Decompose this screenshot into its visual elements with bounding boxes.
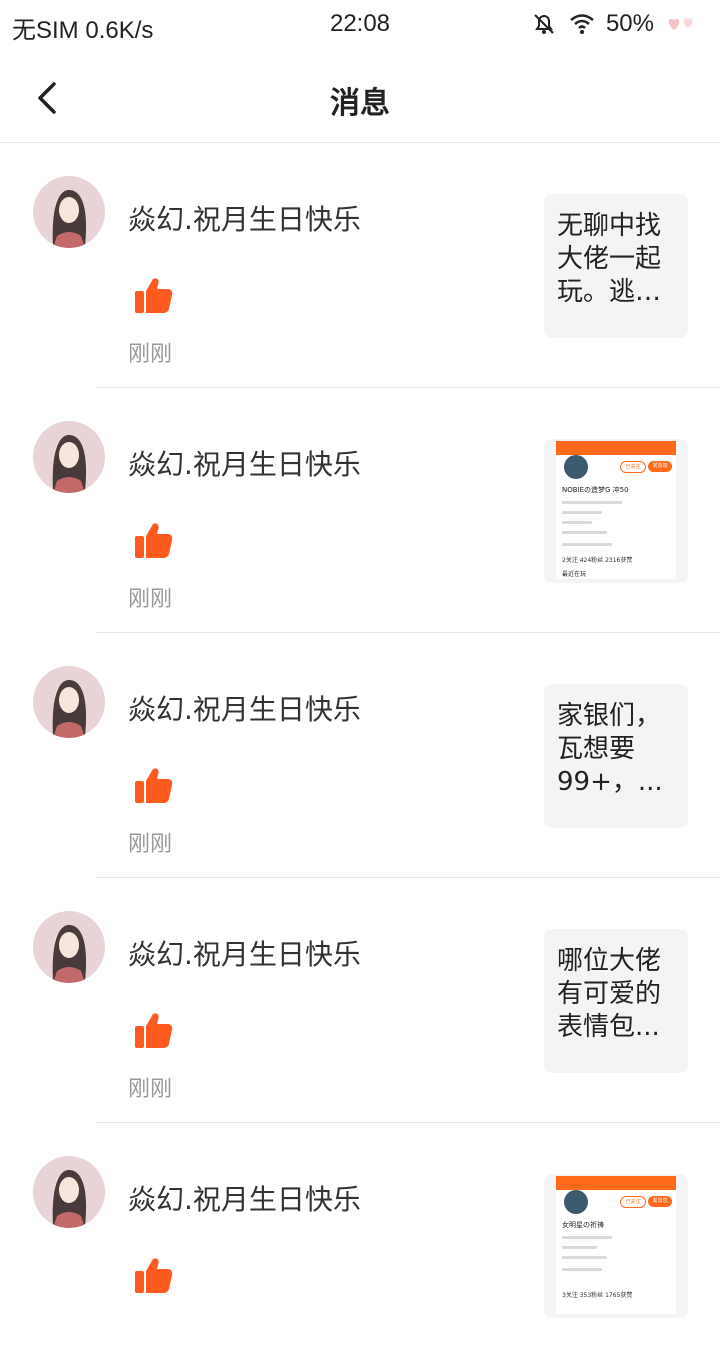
timestamp: 刚刚: [128, 587, 173, 612]
thumbs-up-icon: [135, 523, 173, 558]
post-preview-image[interactable]: 已关注 发消息 女明星の祈祷 3关注 353粉丝 1765获赞: [544, 1174, 688, 1318]
profile-name: 女明星の祈祷: [562, 1221, 604, 1229]
timestamp: 刚刚: [128, 832, 173, 857]
follow-label: 已关注: [620, 461, 646, 473]
avatar[interactable]: [33, 176, 105, 248]
message-item[interactable]: 焱幻.祝月生日快乐 已关注 发消息 女明星の祈祷 3关注 353粉丝 1765获…: [0, 1123, 720, 1368]
thumbs-up-icon: [135, 278, 173, 313]
message-item[interactable]: 焱幻.祝月生日快乐 刚刚 家银们，瓦想要99+，...: [0, 633, 720, 878]
profile-screenshot: 已关注 发消息 NOBIEの造梦G 冲50 2关注 424粉丝 2316获赞 最…: [556, 441, 676, 579]
status-icons: 50%: [530, 10, 700, 38]
timestamp: 刚刚: [128, 342, 173, 367]
profile-screenshot: 已关注 发消息 女明星の祈祷 3关注 353粉丝 1765获赞: [556, 1176, 676, 1314]
preview-text: 无聊中找大佬一起玩。逃跑...: [557, 211, 662, 307]
post-preview-image[interactable]: 已关注 发消息 NOBIEの造梦G 冲50 2关注 424粉丝 2316获赞 最…: [544, 439, 688, 583]
profile-stats: 3关注 353粉丝 1765获赞: [562, 1292, 633, 1299]
post-preview[interactable]: 家银们，瓦想要99+，...: [544, 684, 688, 828]
profile-stats: 2关注 424粉丝 2316获赞: [562, 557, 633, 564]
message-label: 发消息: [648, 1196, 672, 1207]
message-list: 焱幻.祝月生日快乐 刚刚 无聊中找大佬一起玩。逃跑... 焱幻.祝月生日快乐 刚…: [0, 143, 720, 1368]
profile-tab: 最近在玩: [562, 571, 587, 578]
message-item[interactable]: 焱幻.祝月生日快乐 刚刚 已关注 发消息 NOBIEの造梦G 冲50 2关注 4…: [0, 388, 720, 633]
message-item[interactable]: 焱幻.祝月生日快乐 刚刚 哪位大佬有可爱的表情包...: [0, 878, 720, 1123]
avatar[interactable]: [33, 1156, 105, 1228]
page-title: 消息: [330, 86, 390, 121]
avatar[interactable]: [33, 421, 105, 493]
thumbs-up-icon: [135, 1013, 173, 1048]
thumbs-up-icon: [135, 1258, 173, 1293]
follow-label: 已关注: [620, 1196, 646, 1208]
post-preview[interactable]: 哪位大佬有可爱的表情包...: [544, 929, 688, 1073]
preview-text: 家银们，瓦想要99+，...: [557, 701, 663, 797]
profile-name: NOBIEの造梦G 冲50: [562, 486, 629, 494]
avatar[interactable]: [33, 911, 105, 983]
sender-name[interactable]: 焱幻.祝月生日快乐: [128, 933, 361, 973]
sender-name[interactable]: 焱幻.祝月生日快乐: [128, 688, 361, 728]
header-bar: 消息: [0, 52, 720, 143]
preview-text: 哪位大佬有可爱的表情包...: [557, 946, 662, 1042]
mute-bell-icon: [534, 14, 554, 34]
avatar: [564, 455, 588, 479]
status-bar: 无SIM 0.6K/s 22:08 50%: [0, 0, 720, 52]
battery-percent: 50%: [605, 10, 654, 37]
heart-decoration-icon: [668, 18, 693, 30]
thumbs-up-icon: [135, 768, 173, 803]
sender-name[interactable]: 焱幻.祝月生日快乐: [128, 198, 361, 238]
sender-name[interactable]: 焱幻.祝月生日快乐: [128, 1178, 361, 1218]
post-preview[interactable]: 无聊中找大佬一起玩。逃跑...: [544, 194, 688, 338]
sender-name[interactable]: 焱幻.祝月生日快乐: [128, 443, 361, 483]
avatar: [564, 1190, 588, 1214]
message-label: 发消息: [648, 461, 672, 472]
avatar[interactable]: [33, 666, 105, 738]
timestamp: 刚刚: [128, 1077, 173, 1102]
message-item[interactable]: 焱幻.祝月生日快乐 刚刚 无聊中找大佬一起玩。逃跑...: [0, 143, 720, 388]
wifi-icon: [570, 14, 594, 34]
